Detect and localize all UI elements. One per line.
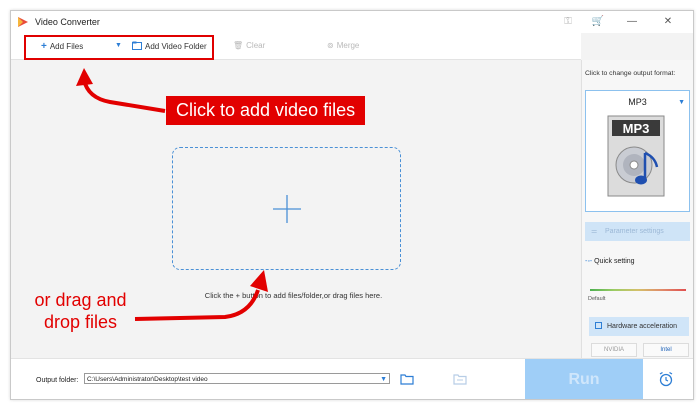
- bottom-bar: Output folder: C:\Users\Administrator\De…: [11, 358, 693, 399]
- output-folder-path: C:\Users\Administrator\Desktop\test vide…: [87, 376, 208, 383]
- output-folder-dropdown-icon[interactable]: ▼: [380, 374, 387, 385]
- add-plus-icon[interactable]: [272, 194, 302, 224]
- mp3-file-icon: MP3: [607, 115, 665, 197]
- drag-drop-line1: or drag and: [34, 290, 127, 310]
- hardware-acceleration-label: Hardware acceleration: [607, 323, 678, 330]
- chip-icon: [595, 322, 602, 329]
- trash-icon: 🗑: [233, 41, 244, 50]
- drag-drop-callout: or drag and drop files: [13, 289, 148, 333]
- close-button[interactable]: ✕: [659, 14, 677, 30]
- output-folder-field[interactable]: C:\Users\Administrator\Desktop\test vide…: [84, 373, 390, 384]
- open-output-folder-icon[interactable]: [453, 372, 467, 385]
- drop-zone[interactable]: [172, 147, 401, 270]
- output-format-name: MP3: [628, 97, 647, 107]
- intel-badge: Intel: [643, 343, 689, 357]
- sliders-icon: ⚌: [591, 228, 598, 235]
- output-format-hint: Click to change output format:: [585, 70, 676, 77]
- merge-icon: ⊚: [327, 41, 334, 50]
- alarm-clock-icon[interactable]: [658, 371, 674, 387]
- clear-button[interactable]: 🗑 Clear: [233, 41, 265, 50]
- quick-setting-icon: -◦-: [585, 258, 593, 265]
- quick-setting-label: -◦- Quick setting: [585, 258, 635, 265]
- clear-label: Clear: [246, 41, 266, 50]
- hardware-acceleration-button[interactable]: Hardware acceleration: [589, 317, 689, 336]
- add-files-callout: Click to add video files: [166, 96, 366, 125]
- drop-hint-text: Click the + button to add files/folder,o…: [204, 291, 383, 300]
- app-logo-icon: [18, 17, 28, 27]
- quick-setting-text: Quick setting: [594, 258, 635, 265]
- parameter-settings-label: Parameter settings: [605, 228, 664, 235]
- drag-drop-line2: drop files: [43, 312, 118, 332]
- output-format-panel: Click to change output format: MP3 ▼ MP3…: [581, 60, 693, 358]
- run-button[interactable]: Run: [525, 359, 643, 399]
- browse-folder-icon[interactable]: [400, 372, 414, 385]
- mp3-icon-label: MP3: [623, 121, 650, 136]
- slider-default-label: Default: [588, 296, 606, 302]
- merge-label: Merge: [336, 41, 360, 50]
- title-bar: Video Converter ⚿ 🛒 — ✕: [11, 11, 693, 33]
- key-icon[interactable]: ⚿: [561, 16, 575, 28]
- quality-slider[interactable]: [590, 289, 686, 291]
- app-window: Video Converter ⚿ 🛒 — ✕ + Add Files ▼ Add…: [10, 10, 694, 400]
- nvidia-badge: NVIDIA: [591, 343, 637, 357]
- app-title: Video Converter: [35, 17, 100, 27]
- merge-button[interactable]: ⊚ Merge: [327, 41, 359, 50]
- output-format-selector[interactable]: MP3 ▼ MP3: [585, 90, 690, 212]
- parameter-settings-button[interactable]: ⚌ Parameter settings: [585, 222, 690, 241]
- add-files-highlight: [24, 35, 214, 60]
- output-folder-label: Output folder:: [36, 377, 79, 384]
- minimize-button[interactable]: —: [623, 14, 641, 30]
- cart-icon[interactable]: 🛒: [591, 16, 605, 28]
- format-dropdown-icon: ▼: [678, 99, 685, 106]
